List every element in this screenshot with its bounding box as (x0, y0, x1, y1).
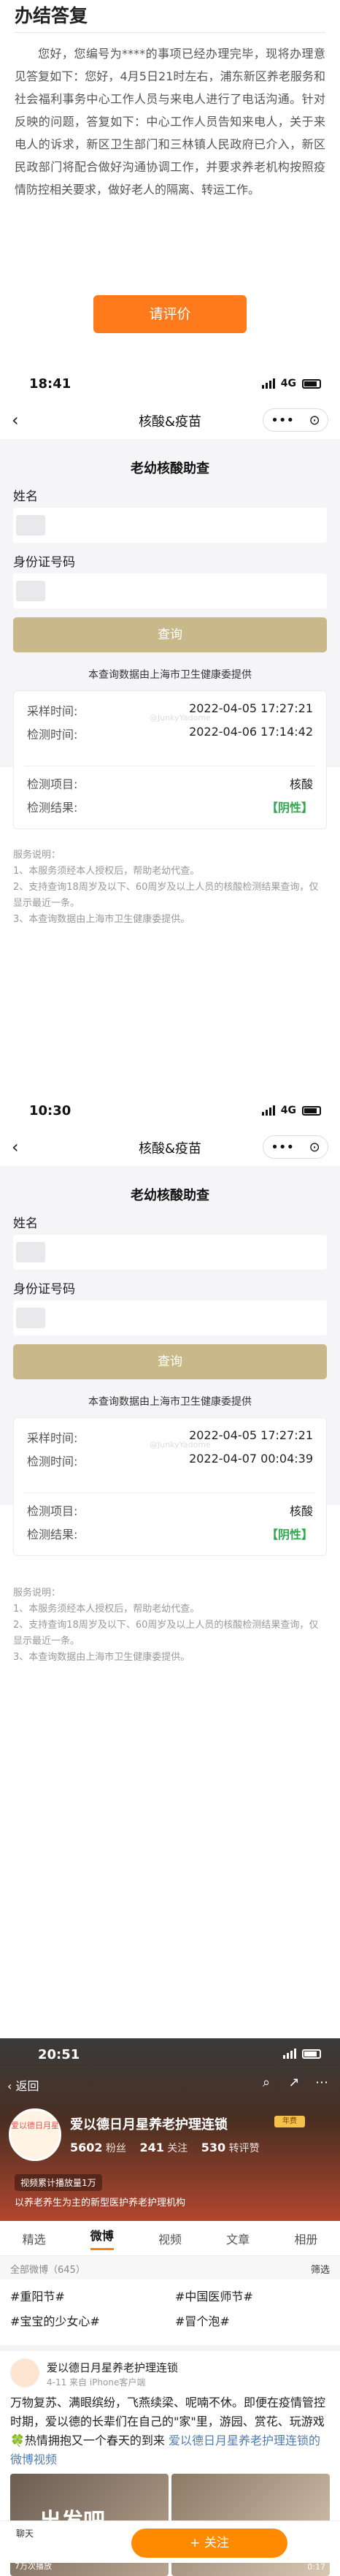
video-duration: 0:17 (307, 2562, 325, 2572)
status-time: 18:41 (29, 376, 72, 392)
result-row: 检测结果: 【阴性】 (27, 1525, 313, 1545)
signal-icon (283, 2049, 296, 2059)
battery-icon (302, 378, 321, 389)
network-type: 4G (280, 378, 296, 389)
tab-video[interactable]: 视频 (158, 2230, 182, 2247)
more-icon[interactable]: ••• (271, 1140, 294, 1155)
name-field[interactable] (13, 1235, 327, 1270)
result-row: 采样时间: 2022-04-05 17:27:21 (27, 701, 313, 718)
status-time: 20:51 (38, 2047, 80, 2062)
result-card: @JunkyYadome 采样时间: 2022-04-05 17:27:21 检测… (13, 1417, 327, 1556)
result-row: 检测时间: 2022-04-07 00:04:39 (27, 1452, 313, 1468)
nav-bar: ‹ 核酸&疫苗 ••• ⊙ (0, 401, 340, 439)
profile-stats: 5602 粉丝 241 关注 530 转评赞 (70, 2141, 260, 2154)
weibo-post: 爱以德日月星养老护理连锁 4-11 来自 iPhone客户端 万物复苏、满眼缤纷… (0, 2345, 340, 2576)
reply-section: 办结答复 您好，您编号为****的事项已经办理完毕，现将办理意见答复如下：您好，… (0, 0, 340, 380)
query-button[interactable]: 查询 (13, 617, 327, 652)
profile-name: 爱以德日月星养老护理连锁 (70, 2117, 228, 2133)
result-row: 检测项目: 核酸 (27, 1504, 313, 1518)
result-card: @JunkyYadome 采样时间: 2022-04-05 17:27:21 检测… (13, 690, 327, 829)
phone-screen-2: 10:30 4G ‹ 核酸&疫苗 ••• ⊙ 老幼核酸助查 姓名 身份证号码 查… (0, 1096, 340, 1556)
more-icon[interactable]: ••• (271, 413, 294, 428)
post-author[interactable]: 爱以德日月星养老护理连锁 (47, 2360, 178, 2375)
redacted-block (16, 581, 45, 601)
reply-body: 您好，您编号为****的事项已经办理完毕，现将办理意见答复如下：您好，4月5日2… (15, 47, 325, 197)
signal-icon (261, 1105, 275, 1116)
source-note: 本查询数据由上海市卫生健康委提供 (88, 669, 252, 681)
redacted-block (16, 1308, 45, 1328)
negative-result: 【阴性】 (266, 1528, 313, 1542)
result-row: 检测项目: 核酸 (27, 777, 313, 791)
redacted-block (16, 515, 45, 536)
id-field[interactable] (13, 573, 327, 609)
share-icon[interactable]: ↗ (286, 2075, 302, 2091)
topic-link[interactable]: #重阳节# (10, 2287, 65, 2304)
result-row: 检测结果: 【阴性】 (27, 798, 313, 818)
nav-bar: ‹ 核酸&疫苗 ••• ⊙ (0, 1128, 340, 1166)
redacted-block (16, 1242, 45, 1262)
topic-link[interactable]: #冒个泡# (175, 2312, 230, 2329)
network-type: 4G (280, 1105, 296, 1116)
tab-weibo[interactable]: 微博 (90, 2226, 114, 2250)
tab-articles[interactable]: 文章 (226, 2230, 250, 2247)
weibo-profile: 20:51 ‹ 返回 ⌕ ↗ ⋯ 爱以德日月星 爱以德日月星养老护理连锁 年费 … (0, 2038, 340, 2576)
status-time: 10:30 (29, 1103, 72, 1119)
id-label: 身份证号码 (13, 555, 75, 570)
miniprogram-capsule: ••• ⊙ (263, 1135, 328, 1159)
more-icon[interactable]: ⋯ (314, 2075, 330, 2091)
page: 办结答复 您好，您编号为****的事项已经办理完毕，现将办理意见答复如下：您好，… (0, 0, 340, 2576)
topic-link[interactable]: #宝宝的少女心# (10, 2312, 100, 2329)
tab-album[interactable]: 相册 (294, 2230, 317, 2247)
name-label: 姓名 (13, 1216, 38, 1231)
search-icon[interactable]: ⌕ (258, 2075, 274, 2091)
profile-tabs: 精选 微博 视频 文章 相册 (0, 2221, 340, 2256)
bottom-bar: 聊天 + 关注 (0, 2520, 340, 2563)
certification: 以养老养生为主的新型医护养老护理机构 (15, 2198, 186, 2209)
name-field[interactable] (13, 508, 327, 543)
page-subtitle: 老幼核酸助查 (131, 461, 209, 476)
close-miniprogram-icon[interactable]: ⊙ (309, 413, 320, 428)
source-note: 本查询数据由上海市卫生健康委提供 (88, 1396, 252, 1408)
name-label: 姓名 (13, 489, 38, 504)
divider (15, 32, 325, 33)
post-avatar[interactable] (10, 2358, 39, 2388)
follow-button[interactable]: + 关注 (131, 2529, 287, 2558)
id-label: 身份证号码 (13, 1282, 75, 1297)
chat-button[interactable]: 聊天 (16, 2527, 34, 2539)
id-field[interactable] (13, 1300, 327, 1335)
topic-link[interactable]: #中国医师节# (175, 2287, 253, 2304)
play-count-tag: 视频累计播放量1万 (15, 2174, 102, 2191)
post-text: 万物复苏、满眼缤纷，飞燕续梁、呢喃不休。即便在疫情管控时期，爱以德的长辈们在自己… (10, 2396, 326, 2466)
filter-bar: 全部微博（645） 筛选 (0, 2256, 340, 2279)
post-meta: 4-11 来自 iPhone客户端 (47, 2377, 146, 2388)
phone-screen-1: 18:41 4G ‹ 核酸&疫苗 ••• ⊙ 老幼核酸助查 姓名 身份证号码 查… (0, 369, 340, 829)
vip-badge: 年费 (274, 2116, 305, 2127)
back-button[interactable]: ‹ 返回 (7, 2076, 39, 2094)
negative-result: 【阴性】 (266, 801, 313, 815)
rate-button[interactable]: 请评价 (93, 295, 247, 333)
result-row: 检测时间: 2022-04-06 17:14:42 (27, 725, 313, 742)
close-miniprogram-icon[interactable]: ⊙ (309, 1140, 320, 1155)
reply-title: 办结答复 (15, 5, 88, 26)
page-subtitle: 老幼核酸助查 (131, 1188, 209, 1203)
battery-icon (302, 1105, 321, 1116)
miniprogram-capsule: ••• ⊙ (263, 408, 328, 432)
signal-icon (261, 378, 275, 389)
filter-button[interactable]: 筛选 (311, 2262, 330, 2276)
profile-header: 20:51 ‹ 返回 ⌕ ↗ ⋯ 爱以德日月星 爱以德日月星养老护理连锁 年费 … (0, 2038, 340, 2221)
avatar[interactable]: 爱以德日月星 (9, 2108, 61, 2161)
service-explain: 服务说明： 1、本服务须经本人授权后，帮助老幼代查。 2、支持查询18周岁及以下… (13, 1588, 319, 1663)
status-bar: 10:30 4G (0, 1096, 340, 1128)
battery-icon (302, 2049, 321, 2059)
tab-featured[interactable]: 精选 (23, 2230, 46, 2247)
result-row: 采样时间: 2022-04-05 17:27:21 (27, 1428, 313, 1445)
query-button[interactable]: 查询 (13, 1344, 327, 1379)
status-bar: 18:41 4G (0, 369, 340, 401)
service-explain: 服务说明： 1、本服务须经本人授权后，帮助老幼代查。 2、支持查询18周岁及以下… (13, 850, 319, 925)
all-weibo-count: 全部微博（645） (10, 2265, 85, 2276)
topic-grid: #重阳节# #中国医师节# #宝宝的少女心# #冒个泡# (0, 2279, 340, 2341)
